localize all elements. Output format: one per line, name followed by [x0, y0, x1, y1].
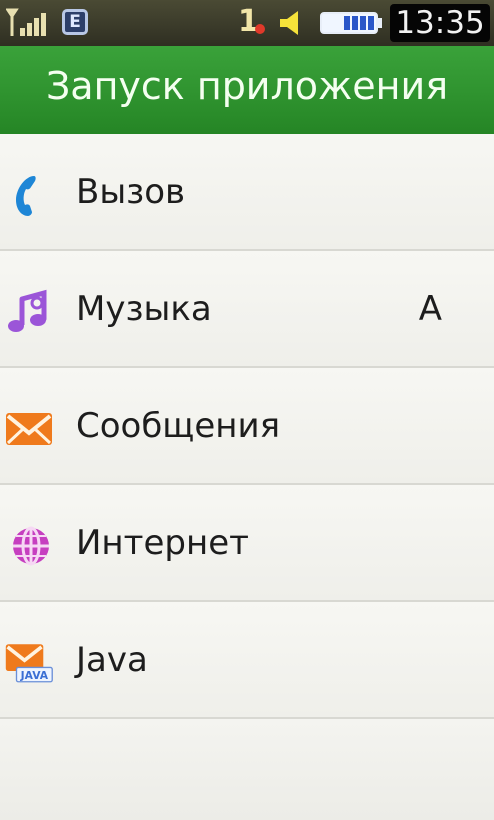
- menu-item-internet[interactable]: Интернет: [0, 485, 494, 602]
- clock: 13:35: [390, 4, 490, 42]
- globe-icon: [13, 526, 49, 566]
- java-icon-text: JAVA: [20, 669, 49, 682]
- menu-item-shortcut: A: [418, 289, 442, 329]
- envelope-icon: [6, 413, 52, 445]
- menu-item-label: Сообщения: [76, 406, 281, 446]
- edge-icon: E: [62, 9, 88, 35]
- menu-item-label: Java: [76, 640, 148, 680]
- menu-item-label: Вызов: [76, 172, 186, 212]
- menu-item-label: Интернет: [76, 523, 249, 563]
- menu-item-label: Музыка: [76, 289, 212, 329]
- app-launcher-screen: E 1 13:35 Запуск приложения Вызов Музыка…: [0, 0, 494, 820]
- sim-dot-icon: [255, 24, 265, 34]
- phone-icon: [16, 176, 36, 216]
- java-envelope-icon: JAVA: [5, 644, 53, 683]
- status-bar: E 1 13:35: [0, 0, 494, 46]
- speaker-icon: [280, 11, 298, 35]
- battery-icon: [320, 12, 382, 34]
- menu-item-java[interactable]: JAVA Java: [0, 602, 494, 719]
- sim-indicator: 1: [238, 4, 259, 39]
- menu-item-music[interactable]: Музыка A: [0, 251, 494, 368]
- menu-item-call[interactable]: Вызов: [0, 134, 494, 251]
- empty-list-area: [0, 719, 494, 820]
- app-list: Вызов Музыка A Сообщения Интернет JAVA J…: [0, 134, 494, 719]
- music-note-icon: [8, 289, 47, 332]
- menu-item-messages[interactable]: Сообщения: [0, 368, 494, 485]
- title-bar: Запуск приложения: [0, 46, 494, 134]
- signal-icon: [6, 8, 46, 36]
- page-title: Запуск приложения: [45, 64, 449, 108]
